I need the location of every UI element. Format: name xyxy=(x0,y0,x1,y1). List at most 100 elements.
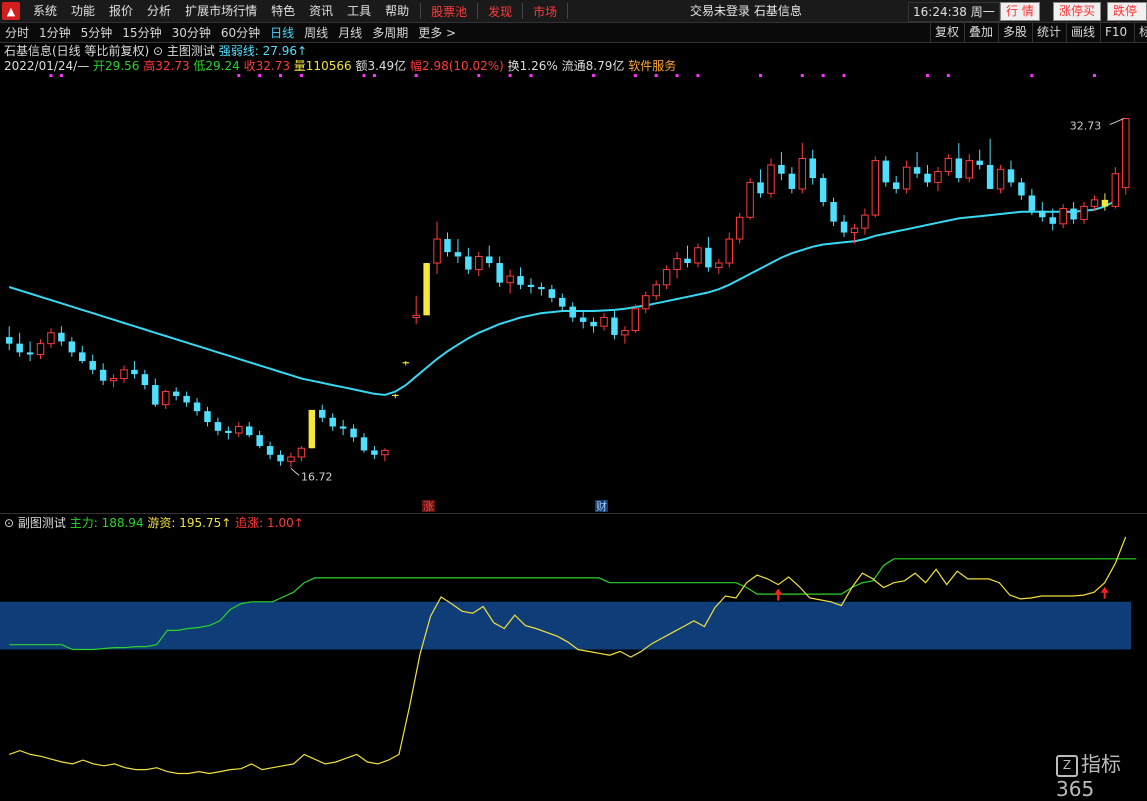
candle[interactable] xyxy=(26,341,34,362)
menu-item-7[interactable]: 工具 xyxy=(340,0,378,22)
candle[interactable] xyxy=(1070,202,1077,224)
candle[interactable] xyxy=(871,156,880,218)
candle[interactable] xyxy=(882,156,890,187)
candle[interactable] xyxy=(767,158,775,198)
candle[interactable] xyxy=(256,430,263,449)
tool-button-5[interactable]: F10 xyxy=(1100,23,1131,42)
candle[interactable] xyxy=(746,178,754,220)
tab-period-6[interactable]: 日线 xyxy=(265,24,299,41)
candle[interactable] xyxy=(757,169,764,198)
candle[interactable] xyxy=(79,345,86,364)
candle[interactable] xyxy=(371,446,378,460)
candle[interactable] xyxy=(965,154,973,183)
menu-item-3[interactable]: 分析 xyxy=(140,0,178,22)
market-button[interactable]: 行 情 xyxy=(1000,2,1040,21)
sub-indicator-toggle-icon[interactable]: ⊙ xyxy=(4,516,14,530)
candle[interactable] xyxy=(861,208,869,235)
candle[interactable] xyxy=(444,232,451,257)
candle[interactable] xyxy=(506,269,514,294)
candle[interactable] xyxy=(433,221,441,274)
red-menu-item-0[interactable]: 股票池 xyxy=(425,3,473,20)
candle[interactable] xyxy=(725,232,733,268)
candle[interactable] xyxy=(1080,202,1088,224)
candle[interactable] xyxy=(662,265,671,290)
sub-indicator-chart[interactable] xyxy=(0,533,1147,787)
candlestick-chart[interactable]: 32.73 16.72 涨 财 xyxy=(0,74,1147,512)
sub-indicator-name[interactable]: 副图测试 xyxy=(18,516,66,530)
candle[interactable] xyxy=(830,197,837,226)
candle[interactable] xyxy=(152,378,159,407)
candle[interactable] xyxy=(902,160,911,194)
candle[interactable] xyxy=(684,245,691,268)
candle[interactable] xyxy=(569,302,576,322)
menu-item-5[interactable]: 特色 xyxy=(264,0,302,22)
tool-button-3[interactable]: 统计 xyxy=(1032,23,1065,42)
tab-period-9[interactable]: 多周期 xyxy=(367,24,413,41)
red-menu-item-1[interactable]: 发现 xyxy=(482,3,518,20)
candle[interactable] xyxy=(319,404,326,423)
candle[interactable] xyxy=(642,291,650,314)
tool-button-4[interactable]: 画线 xyxy=(1066,23,1099,42)
candle[interactable] xyxy=(141,369,149,390)
indicator-toggle-icon[interactable]: ⊙ xyxy=(153,44,163,58)
tab-period-3[interactable]: 15分钟 xyxy=(117,24,166,41)
tool-button-2[interactable]: 多股 xyxy=(998,23,1031,42)
candle[interactable] xyxy=(778,151,785,181)
candle[interactable] xyxy=(548,284,556,303)
candle[interactable] xyxy=(1059,204,1067,229)
candle[interactable] xyxy=(631,304,640,333)
tab-period-2[interactable]: 5分钟 xyxy=(76,24,118,41)
candle[interactable] xyxy=(183,391,190,407)
tab-period-8[interactable]: 月线 xyxy=(333,24,367,41)
candle[interactable] xyxy=(235,422,243,438)
tool-button-0[interactable]: 复权 xyxy=(930,23,963,42)
candle[interactable] xyxy=(652,280,660,301)
candle[interactable] xyxy=(944,154,953,176)
candle[interactable] xyxy=(559,293,566,311)
candle[interactable] xyxy=(705,236,712,272)
candle[interactable] xyxy=(996,164,1005,194)
candle[interactable] xyxy=(924,164,931,187)
limit-down-sell-button[interactable]: 跌停卖 xyxy=(1107,2,1147,35)
candle[interactable] xyxy=(621,326,629,344)
candle[interactable] xyxy=(600,313,608,331)
tab-period-4[interactable]: 30分钟 xyxy=(167,24,216,41)
candle[interactable] xyxy=(579,310,587,329)
limit-up-marker[interactable]: 涨 xyxy=(422,500,435,512)
candle[interactable] xyxy=(934,167,942,192)
candle[interactable] xyxy=(735,212,744,244)
candle[interactable] xyxy=(423,263,430,316)
candle[interactable] xyxy=(819,173,827,207)
candle[interactable] xyxy=(47,328,55,349)
candle[interactable] xyxy=(715,258,723,274)
candle[interactable] xyxy=(245,422,253,438)
candle[interactable] xyxy=(162,389,170,410)
candle[interactable] xyxy=(214,417,222,436)
candle[interactable] xyxy=(131,361,138,379)
candle[interactable] xyxy=(976,149,983,170)
candle[interactable] xyxy=(412,295,420,325)
menu-item-6[interactable]: 资讯 xyxy=(302,0,340,22)
candle[interactable] xyxy=(339,419,347,436)
tool-button-1[interactable]: 叠加 xyxy=(964,23,997,42)
candle[interactable] xyxy=(1122,118,1130,195)
candle[interactable] xyxy=(454,239,462,264)
candle[interactable] xyxy=(36,339,45,359)
menu-item-2[interactable]: 报价 xyxy=(102,0,140,22)
tab-period-7[interactable]: 周线 xyxy=(299,24,333,41)
menu-item-8[interactable]: 帮助 xyxy=(378,0,416,22)
candle[interactable] xyxy=(538,282,545,296)
tab-period-5[interactable]: 60分钟 xyxy=(216,24,265,41)
candle[interactable] xyxy=(381,448,389,462)
candle[interactable] xyxy=(58,326,65,346)
candle[interactable] xyxy=(266,441,274,460)
tool-button-6[interactable]: 标 xyxy=(1134,23,1147,42)
candle[interactable] xyxy=(277,450,284,466)
candle[interactable] xyxy=(89,354,96,375)
candle[interactable] xyxy=(517,267,524,290)
menu-item-0[interactable]: 系统 xyxy=(26,0,64,22)
candle[interactable] xyxy=(840,215,848,237)
tab-period-1[interactable]: 1分钟 xyxy=(34,24,76,41)
candle[interactable] xyxy=(193,398,201,416)
candle[interactable] xyxy=(955,143,963,183)
